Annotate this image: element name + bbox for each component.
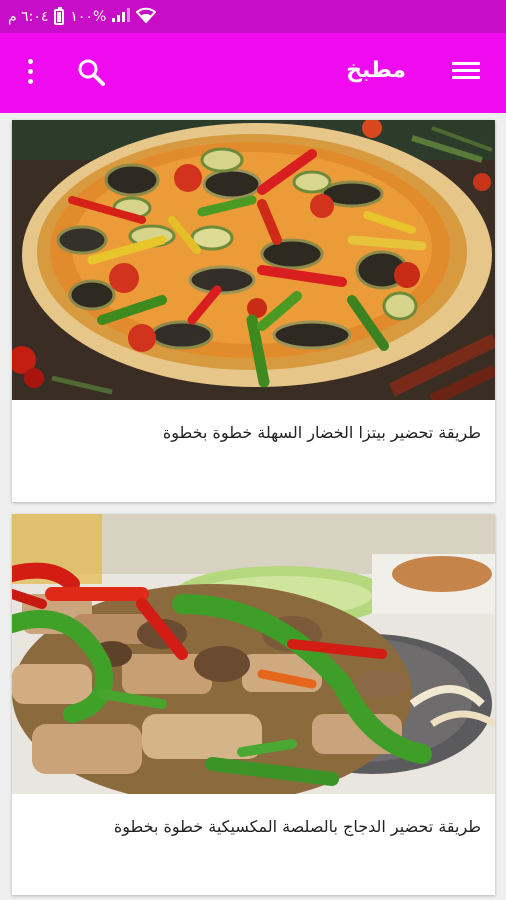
battery-icon [54, 7, 65, 25]
more-vert-icon[interactable] [24, 59, 36, 87]
article-title[interactable]: طريقة تحضير بيتزا الخضار السهلة خطوة بخط… [26, 423, 481, 442]
page-title: مطبخ [346, 58, 406, 83]
status-icons: ٦:٠٤ م ١٠٠% [8, 6, 157, 28]
article-card[interactable]: طريقة تحضير بيتزا الخضار السهلة خطوة بخط… [12, 120, 495, 502]
search-icon[interactable] [76, 57, 106, 87]
app-bar: مطبخ [0, 33, 506, 113]
signal-icon [112, 8, 131, 26]
chicken-fajita-image [12, 514, 495, 794]
article-card[interactable]: طريقة تحضير الدجاج بالصلصة المكسيكية خطو… [12, 514, 495, 895]
vegetable-pizza-image [12, 120, 495, 400]
hamburger-menu-icon[interactable] [452, 59, 480, 83]
wifi-icon [135, 7, 157, 27]
article-title[interactable]: طريقة تحضير الدجاج بالصلصة المكسيكية خطو… [26, 817, 481, 836]
status-bar: ٦:٠٤ م ١٠٠% [0, 0, 506, 33]
battery-level: ١٠٠% [70, 9, 107, 25]
status-time: ٦:٠٤ م [8, 9, 49, 25]
